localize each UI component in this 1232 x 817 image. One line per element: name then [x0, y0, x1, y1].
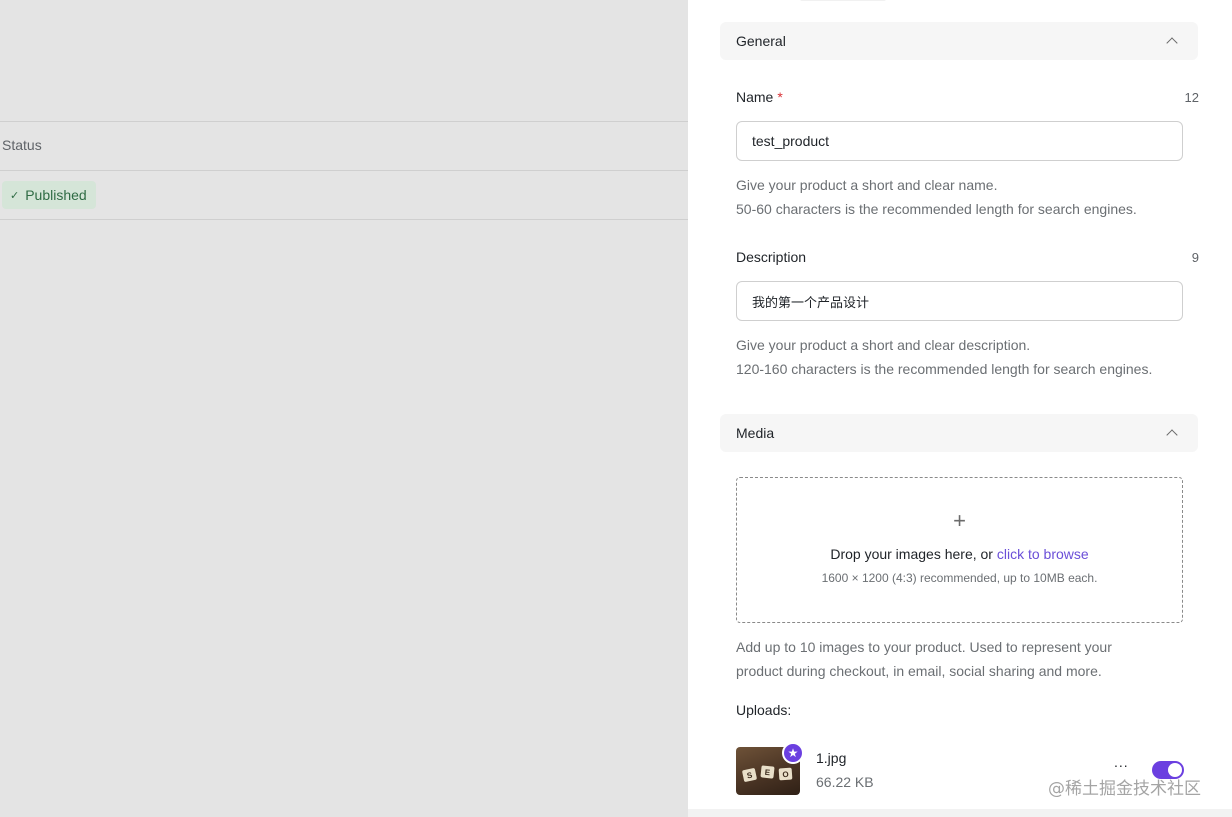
chevron-up-icon[interactable]	[1166, 429, 1178, 441]
table-backdrop: Status ✓ Published	[0, 0, 688, 817]
name-char-counter: 12	[1184, 90, 1199, 105]
product-edit-panel: General Name * 12 test_product Give your …	[688, 0, 1232, 817]
image-dropzone[interactable]: + Drop your images here, or click to bro…	[736, 477, 1183, 623]
table-divider	[0, 170, 688, 171]
media-help: Add up to 10 images to your product. Use…	[736, 639, 1112, 679]
description-input-value: 我的第一个产品设计	[752, 295, 870, 311]
name-input[interactable]: test_product	[736, 121, 1183, 161]
required-marker: *	[777, 89, 783, 105]
status-badge-label: Published	[25, 187, 87, 203]
table-divider	[0, 121, 688, 122]
table-divider	[0, 219, 688, 220]
status-badge: ✓ Published	[2, 181, 96, 209]
dropzone-hint: 1600 × 1200 (4:3) recommended, up to 10M…	[821, 571, 1098, 585]
more-options-button[interactable]: ...	[1114, 754, 1129, 770]
thumb-tile: S	[741, 767, 758, 783]
star-icon[interactable]: ★	[782, 742, 804, 764]
section-header-media[interactable]: Media	[720, 414, 1198, 452]
section-title-general: General	[736, 33, 786, 49]
thumb-tile: O	[778, 767, 793, 781]
name-help: Give your product a short and clear name…	[736, 177, 1137, 217]
uploads-label: Uploads:	[736, 702, 792, 718]
name-label: Name *	[736, 89, 783, 105]
panel-bottom-bar	[688, 809, 1232, 817]
watermark: @稀土掘金技术社区	[1048, 779, 1201, 799]
thumb-tile: E	[760, 765, 775, 779]
name-input-value: test_product	[752, 133, 830, 149]
column-header-status: Status	[2, 137, 42, 153]
upload-file-name: 1.jpg	[816, 750, 847, 766]
description-char-counter: 9	[1191, 250, 1199, 265]
description-help: Give your product a short and clear desc…	[736, 337, 1153, 377]
description-input[interactable]: 我的第一个产品设计	[736, 281, 1183, 321]
dropzone-text: Drop your images here, or click to brows…	[830, 546, 1089, 562]
chevron-up-icon[interactable]	[1166, 37, 1178, 49]
top-tab-stub	[800, 0, 886, 1]
section-title-media: Media	[736, 425, 775, 441]
plus-icon: +	[953, 508, 966, 533]
check-icon: ✓	[10, 189, 20, 202]
browse-link[interactable]: click to browse	[997, 546, 1089, 562]
description-label: Description	[736, 249, 807, 265]
upload-file-size: 66.22 KB	[816, 774, 874, 790]
section-header-general[interactable]: General	[720, 22, 1198, 60]
